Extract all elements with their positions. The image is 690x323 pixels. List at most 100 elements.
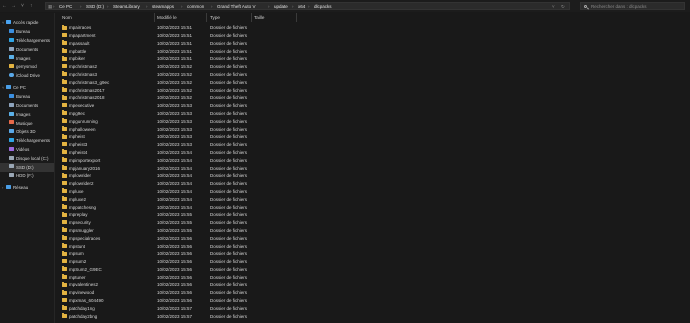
file-row[interactable]: mppatchesng 10/02/2023 15:54 Dossier de fi… — [56, 203, 690, 211]
folder-icon — [62, 157, 67, 163]
file-name: patchday2bng — [69, 313, 98, 319]
address-bar[interactable]: ▦ › Ce PC › SSD (D:) › SteamLibrary › st… — [45, 2, 570, 10]
sidebar-item-hdd[interactable]: HDD (F:) — [0, 172, 54, 181]
search-input[interactable]: Rechercher dans : dlcpacks — [580, 2, 685, 10]
file-row[interactable]: mphalloween 10/02/2023 15:53 Dossier de fi… — [56, 125, 690, 133]
computer-icon: ▦ — [48, 4, 53, 10]
breadcrumb-steamlibrary[interactable]: SteamLibrary — [113, 4, 140, 9]
breadcrumb-update[interactable]: update — [274, 4, 288, 9]
sidebar-item-gerrysmod[interactable]: gerrysmod — [0, 63, 54, 72]
file-row[interactable]: mplowrider2 10/02/2023 15:54 Dossier de fi… — [56, 180, 690, 188]
file-row[interactable]: mpluxe 10/02/2023 15:54 Dossier de fichier… — [56, 188, 690, 196]
file-row[interactable]: mpapartment 10/02/2023 15:51 Dossier de fi… — [56, 32, 690, 40]
sidebar-item-musique[interactable]: Musique — [0, 119, 54, 128]
up-arrow-icon[interactable]: ↑ — [30, 3, 33, 9]
sidebar-item-pc-bureau[interactable]: Bureau — [0, 93, 54, 102]
sidebar-item-pc-images[interactable]: Images — [0, 110, 54, 119]
file-row[interactable]: mpreplay 10/02/2023 15:55 Dossier de fichi… — [56, 211, 690, 219]
file-row[interactable]: mpairraces 10/02/2023 15:51 Dossier de fic… — [56, 24, 690, 32]
column-header-type[interactable]: Type — [210, 15, 220, 20]
breadcrumb-ssd[interactable]: SSD (D:) — [86, 4, 104, 9]
file-row[interactable]: mpstunt 10/02/2023 15:56 Dossier de fichie… — [56, 242, 690, 250]
column-divider[interactable] — [296, 13, 297, 22]
file-row[interactable]: mpxmas_604490 10/02/2023 15:56 Dossier de … — [56, 297, 690, 305]
file-row[interactable]: mpchristmas2 10/02/2023 15:52 Dossier de f… — [56, 63, 690, 71]
file-name: mphalloween — [69, 126, 96, 132]
file-name: mpchristmas3_g9ec — [69, 79, 110, 85]
chevron-down-icon[interactable]: ˅ — [2, 20, 4, 25]
chevron-down-icon[interactable]: ˅ — [21, 3, 24, 9]
file-row[interactable]: mpchristmas3 10/02/2023 15:52 Dossier de f… — [56, 71, 690, 79]
folder-icon — [62, 48, 67, 53]
file-row[interactable]: mpexecutive 10/02/2023 15:53 Dossier de fi… — [56, 102, 690, 110]
file-row[interactable]: mpvalentines2 10/02/2023 15:56 Dossier de … — [56, 281, 690, 289]
sidebar-item-pc-documents[interactable]: Documents — [0, 102, 54, 111]
breadcrumb-dlcpacks[interactable]: dlcpacks — [314, 4, 332, 9]
sidebar-item-videos[interactable]: Vidéos — [0, 146, 54, 155]
file-name: mpsmuggler — [69, 227, 94, 233]
file-row[interactable]: mpsum 10/02/2023 15:56 Dossier de fichiers — [56, 250, 690, 258]
sidebar-item-telechargements[interactable]: Téléchargements — [0, 37, 54, 46]
column-header-name[interactable]: Nom — [62, 15, 72, 20]
file-row[interactable]: mpjanuary2016 10/02/2023 15:54 Dossier de … — [56, 164, 690, 172]
sidebar-item-pc-telechargements[interactable]: Téléchargements — [0, 137, 54, 146]
file-row[interactable]: mpheist4 10/02/2023 15:54 Dossier de fichi… — [56, 149, 690, 157]
chevron-down-icon[interactable]: ˅ — [2, 85, 4, 90]
breadcrumb-x64[interactable]: x64 — [298, 4, 305, 9]
file-row[interactable]: mpchristmas3_g9ec 10/02/2023 15:52 Dossier… — [56, 79, 690, 87]
file-date: 10/02/2023 15:54 — [157, 196, 193, 202]
sidebar-item-documents[interactable]: Documents — [0, 45, 54, 54]
column-divider[interactable] — [251, 13, 252, 22]
file-row[interactable]: mpbattle 10/02/2023 15:51 Dossier de fichi… — [56, 47, 690, 55]
breadcrumb-common[interactable]: common — [187, 4, 204, 9]
file-row[interactable]: mpheist 10/02/2023 15:53 Dossier de fichie… — [56, 133, 690, 141]
file-date: 10/02/2023 15:52 — [157, 79, 193, 85]
file-row[interactable]: mpassault 10/02/2023 15:51 Dossier de fich… — [56, 40, 690, 48]
file-row[interactable]: patchday1ng 10/02/2023 15:57 Dossier de fi… — [56, 305, 690, 313]
sidebar-item-ce-pc[interactable]: ˅ Ce PC — [0, 84, 54, 93]
sidebar-item-disque-local[interactable]: Disque local (C:) — [0, 154, 54, 163]
file-row[interactable]: mpchristmas2018 10/02/2023 15:52 Dossier d… — [56, 94, 690, 102]
back-arrow-icon[interactable]: ← — [2, 3, 7, 9]
column-header-modified[interactable]: Modifié le — [157, 15, 177, 20]
file-row[interactable]: mpspecialraces 10/02/2023 15:56 Dossier de… — [56, 235, 690, 243]
file-row[interactable]: mpimportexport 10/02/2023 15:54 Dossier de… — [56, 157, 690, 165]
breadcrumb-gta-v[interactable]: Grand Theft Auto V — [217, 4, 255, 9]
forward-arrow-icon[interactable]: → — [11, 3, 16, 9]
file-row[interactable]: mpluxe2 10/02/2023 15:54 Dossier de fichie… — [56, 196, 690, 204]
column-divider[interactable] — [154, 13, 155, 22]
chevron-down-icon[interactable]: ˅ — [552, 4, 555, 9]
chevron-right-icon[interactable]: › — [2, 185, 3, 190]
sidebar-item-quick-access[interactable]: ˅ Accès rapide — [0, 19, 54, 28]
folder-icon — [62, 32, 67, 38]
breadcrumb-ce-pc[interactable]: Ce PC — [59, 4, 72, 9]
column-header-size[interactable]: Taille — [254, 15, 264, 20]
file-row[interactable]: mpheist3 10/02/2023 15:53 Dossier de fichi… — [56, 141, 690, 149]
refresh-icon[interactable]: ↻ — [561, 4, 565, 10]
file-row[interactable]: mplowrider 10/02/2023 15:54 Dossier de fic… — [56, 172, 690, 180]
file-row[interactable]: mpsum2 10/02/2023 15:56 Dossier de fichier… — [56, 258, 690, 266]
file-row[interactable]: mpgunrunning 10/02/2023 15:53 Dossier de f… — [56, 118, 690, 126]
file-name: mplowrider2 — [69, 181, 94, 187]
file-row[interactable]: mpsmuggler 10/02/2023 15:55 Dossier de fic… — [56, 227, 690, 235]
file-row[interactable]: mpg9ec 10/02/2023 15:53 Dossier de fichier… — [56, 110, 690, 118]
sidebar-item-bureau[interactable]: Bureau — [0, 28, 54, 37]
file-row[interactable]: mpvinewood 10/02/2023 15:56 Dossier de fic… — [56, 289, 690, 297]
column-divider[interactable] — [206, 13, 207, 22]
file-row[interactable]: patchday2bng 10/02/2023 15:57 Dossier de f… — [56, 312, 690, 320]
file-type: Dossier de fichiers — [210, 305, 248, 311]
file-row[interactable]: mpbiker 10/02/2023 15:51 Dossier de fichie… — [56, 55, 690, 63]
cloud-icon — [9, 72, 14, 77]
file-row[interactable]: mpSum2_G9EC 10/02/2023 15:56 Dossier de fi… — [56, 266, 690, 274]
sidebar-item-icloud-drive[interactable]: iCloud Drive — [0, 72, 54, 81]
breadcrumb-steamapps[interactable]: steamapps — [152, 4, 174, 9]
sidebar-item-objets-3d[interactable]: Objets 3D — [0, 128, 54, 137]
file-row[interactable]: mptuner 10/02/2023 15:56 Dossier de fichie… — [56, 274, 690, 282]
sidebar-item-images[interactable]: Images — [0, 54, 54, 63]
sidebar-item-ssd[interactable]: SSD (D:) — [0, 163, 54, 172]
file-row[interactable]: mpchristmas2017 10/02/2023 15:52 Dossier d… — [56, 86, 690, 94]
chevron-right-icon: › — [292, 4, 294, 10]
file-row[interactable]: mpsecurity 10/02/2023 15:55 Dossier de fic… — [56, 219, 690, 227]
file-date: 10/02/2023 15:54 — [157, 173, 193, 179]
sidebar-item-reseau[interactable]: › Réseau — [0, 184, 54, 193]
